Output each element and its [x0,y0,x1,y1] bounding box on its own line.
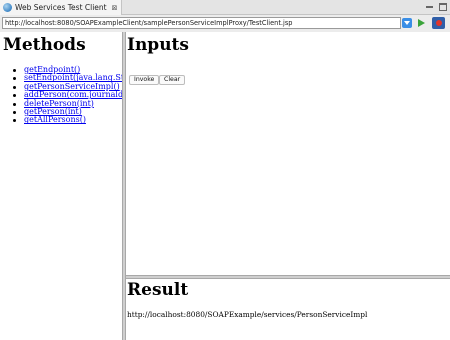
play-icon[interactable] [418,19,425,27]
address-bar: http://localhost:8080/SOAPExampleClient/… [0,15,450,32]
result-pane: Result http://localhost:8080/SOAPExample… [126,279,450,340]
inputs-heading: Inputs [127,35,189,55]
clear-button[interactable]: Clear [159,75,186,85]
chevron-down-icon[interactable] [402,18,412,28]
tab-title: Web Services Test Client [15,3,107,12]
tab-web-services-test-client[interactable]: Web Services Test Client ⊠ [0,0,122,15]
minimize-icon[interactable] [426,6,433,8]
browser-nav-icon[interactable] [432,17,445,29]
inputs-pane: Inputs Invoke Clear [126,32,450,275]
url-input[interactable]: http://localhost:8080/SOAPExampleClient/… [2,17,401,29]
methods-pane: Methods getEndpoint() setEndpoint(java.l… [0,32,122,340]
invoke-button[interactable]: Invoke [129,75,160,85]
tab-bar: Web Services Test Client ⊠ [0,0,450,15]
result-heading: Result [127,280,189,300]
window-controls [426,3,447,11]
list-item: getAllPersons() [10,116,122,124]
globe-icon [3,3,12,12]
methods-heading: Methods [3,35,86,55]
methods-list: getEndpoint() setEndpoint(java.lang.Stri… [10,65,122,125]
maximize-icon[interactable] [439,3,447,11]
close-icon[interactable]: ⊠ [112,4,118,12]
method-link-get-all-persons[interactable]: getAllPersons() [24,115,86,124]
result-value: http://localhost:8080/SOAPExample/servic… [127,310,368,319]
